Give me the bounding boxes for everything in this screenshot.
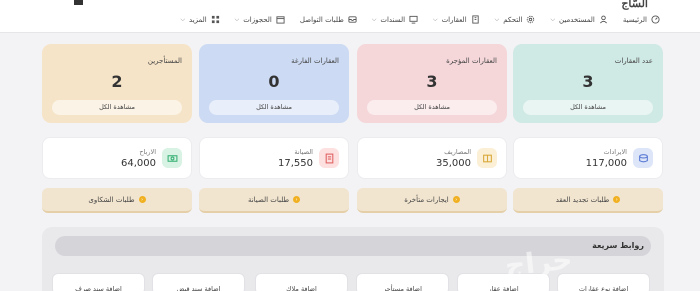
finance-value: 117,000 xyxy=(585,158,627,169)
stat-title: عدد العقارات xyxy=(614,57,653,65)
nav-item-contact-requests[interactable]: طلبات التواصل xyxy=(300,15,357,24)
menu-icon[interactable] xyxy=(74,0,83,5)
invoice-icon xyxy=(319,148,339,168)
nav-item-more[interactable]: المزيد ⌵ xyxy=(180,15,219,24)
stat-value: 2 xyxy=(111,72,123,91)
chevron-down-icon: ⌵ xyxy=(234,15,240,23)
stat-value: 0 xyxy=(268,72,280,91)
nav-item-control[interactable]: التحكم ⌵ xyxy=(495,15,536,24)
finance-card-maintenance: الصيانة 17,550 xyxy=(199,137,349,179)
quick-link-add-receipt-voucher[interactable]: اضافة سند قبض xyxy=(152,273,245,291)
gear-icon xyxy=(526,15,535,24)
chevron-down-icon: ⌵ xyxy=(371,15,377,23)
nav-label: الرئيسية xyxy=(622,15,647,24)
finance-label: المصاريف xyxy=(444,148,471,156)
action-label: طلبات الشكاوى xyxy=(88,195,135,204)
arrow-icon: › xyxy=(613,196,621,203)
arrow-icon: › xyxy=(293,196,301,203)
arrow-icon: › xyxy=(138,196,146,203)
nav-label: المستخدمين xyxy=(559,15,595,24)
overdue-rents-button[interactable]: ايجارات متأخرة › xyxy=(357,188,507,213)
finance-value: 64,000 xyxy=(121,158,156,169)
nav-item-vouchers[interactable]: السندات ⌵ xyxy=(372,15,418,24)
action-label: طلبات الصيانة xyxy=(247,195,290,204)
nav-label: التحكم xyxy=(503,15,523,24)
view-all-button[interactable]: مشاهدة الكل xyxy=(367,100,497,115)
stat-card-vacant-properties: العقارات الفارغة 0 مشاهدة الكل xyxy=(199,44,349,123)
nav-item-home[interactable]: الرئيسية xyxy=(623,15,660,24)
finance-card-expenses: المصاريف 35,000 xyxy=(357,137,507,179)
coins-icon xyxy=(633,148,653,168)
monitor-icon xyxy=(409,15,418,24)
stat-title: العقارات الفارغة xyxy=(291,57,339,65)
nav-label: طلبات التواصل xyxy=(299,15,344,24)
wallet-icon xyxy=(477,148,497,168)
nav-item-properties[interactable]: العقارات ⌵ xyxy=(433,15,480,24)
top-bar: السّاج الرئيسية المستخدمين ⌵ التحكم ⌵ ال… xyxy=(0,0,700,33)
view-all-button[interactable]: مشاهدة الكل xyxy=(209,100,339,115)
nav-item-bookings[interactable]: الحجوزات ⌵ xyxy=(235,15,285,24)
logo: السّاج xyxy=(621,0,648,10)
view-all-button[interactable]: مشاهدة الكل xyxy=(523,100,653,115)
action-label: طلبات تجديد العقد xyxy=(555,195,610,204)
quick-link-add-tenant[interactable]: اضافة مستأجر xyxy=(356,273,449,291)
chevron-down-icon: ⌵ xyxy=(180,15,186,23)
grid-icon xyxy=(211,15,220,24)
finance-label: الصيانة xyxy=(294,148,313,156)
finance-value: 17,550 xyxy=(278,158,313,169)
view-all-button[interactable]: مشاهدة الكل xyxy=(52,100,182,115)
finance-label: الارباح xyxy=(139,148,156,156)
nav-item-users[interactable]: المستخدمين ⌵ xyxy=(550,15,607,24)
action-label: ايجارات متأخرة xyxy=(404,195,449,204)
stat-card-rented-properties: العقارات المؤجرة 3 مشاهدة الكل xyxy=(357,44,507,123)
stat-card-properties-count: عدد العقارات 3 مشاهدة الكل xyxy=(513,44,663,123)
stat-card-tenants: المستأجرين 2 مشاهدة الكل xyxy=(42,44,192,123)
cash-icon xyxy=(162,148,182,168)
inbox-icon xyxy=(348,15,357,24)
finance-card-profits: الارباح 64,000 xyxy=(42,137,192,179)
nav-label: المزيد xyxy=(189,15,207,24)
quick-link-add-owner[interactable]: اضافة ملاك xyxy=(255,273,348,291)
contract-renewal-requests-button[interactable]: طلبات تجديد العقد › xyxy=(513,188,663,213)
stat-title: العقارات المؤجرة xyxy=(446,57,497,65)
calendar-icon xyxy=(276,15,285,24)
quick-links-title: روابط سريعة xyxy=(592,241,644,250)
user-icon xyxy=(599,15,608,24)
arrow-icon: › xyxy=(452,196,460,203)
stat-value: 3 xyxy=(426,72,438,91)
stat-value: 3 xyxy=(582,72,594,91)
finance-value: 35,000 xyxy=(436,158,471,169)
chevron-down-icon: ⌵ xyxy=(433,15,438,23)
chevron-down-icon: ⌵ xyxy=(550,15,555,23)
finance-label: الايرادات xyxy=(603,148,627,156)
complaints-requests-button[interactable]: طلبات الشكاوى › xyxy=(42,188,192,213)
stat-title: المستأجرين xyxy=(147,57,182,65)
maintenance-requests-button[interactable]: طلبات الصيانة › xyxy=(199,188,349,213)
nav-label: العقارات xyxy=(441,15,467,24)
gauge-icon xyxy=(651,15,660,24)
main-nav: الرئيسية المستخدمين ⌵ التحكم ⌵ العقارات … xyxy=(180,15,660,24)
watermark: حراج xyxy=(503,242,574,283)
nav-label: السندات xyxy=(380,15,406,24)
top-corner xyxy=(52,0,83,6)
quick-link-add-payment-voucher[interactable]: اضافة سند صرف xyxy=(52,273,145,291)
nav-label: الحجوزات xyxy=(243,15,272,24)
building-icon xyxy=(471,15,480,24)
finance-card-revenue: الايرادات 117,000 xyxy=(513,137,663,179)
chevron-down-icon: ⌵ xyxy=(494,15,500,23)
